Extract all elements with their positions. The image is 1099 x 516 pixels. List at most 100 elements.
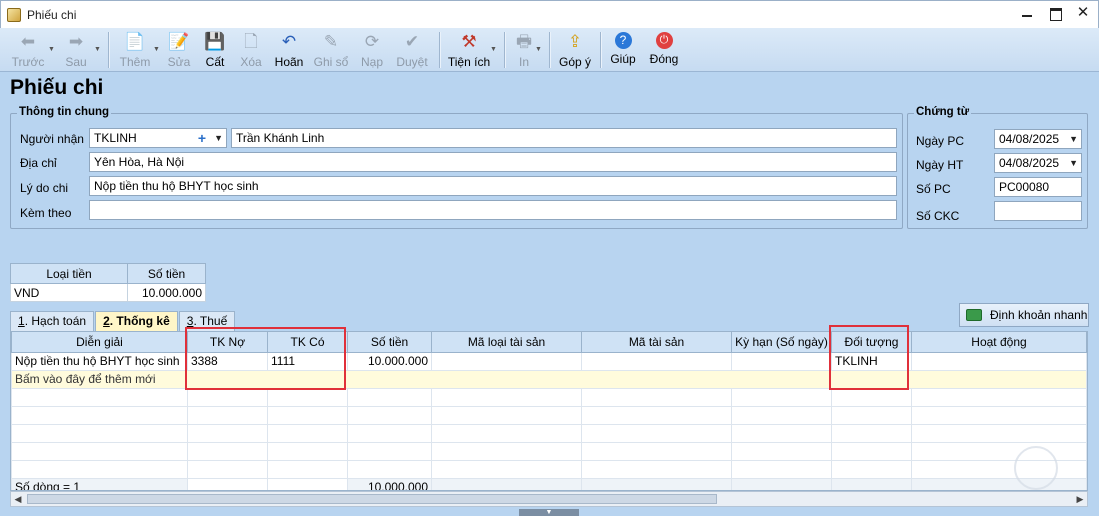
horizontal-scrollbar[interactable]: ◀ ▶: [10, 491, 1088, 507]
save-button[interactable]: 💾 Cất: [197, 28, 233, 72]
add-new-row-label[interactable]: Bấm vào đây để thêm mới: [11, 369, 1087, 389]
undo-icon: ↶: [281, 32, 297, 51]
utility-dropdown-icon[interactable]: ▼: [490, 46, 498, 53]
add-dropdown-icon[interactable]: ▼: [153, 46, 161, 53]
tab-tax[interactable]: 3. Thuế: [178, 311, 236, 331]
row-asset-code[interactable]: [581, 351, 732, 371]
amount-cell[interactable]: 10.000.000: [127, 283, 206, 302]
general-info-title: Thông tin chung: [17, 106, 112, 118]
printer-icon: 🖶: [515, 32, 533, 51]
save-disk-icon: 💾: [204, 32, 226, 51]
row-amount[interactable]: 10.000.000: [347, 351, 432, 371]
feedback-button[interactable]: ⇪ Góp ý: [556, 28, 594, 72]
next-button[interactable]: ➡ Sau: [56, 28, 96, 72]
col-term[interactable]: Kỳ hạn (Số ngày): [731, 332, 832, 353]
undo-button[interactable]: ↶ Hoãn: [269, 28, 309, 72]
calendar-dropdown-icon[interactable]: ▼: [1069, 130, 1078, 148]
col-asset-type[interactable]: Mã loại tài sản: [431, 332, 582, 353]
tab-accounting[interactable]: 1. Hạch toán: [10, 311, 95, 331]
prev-button[interactable]: ⬅ Trước: [6, 28, 50, 72]
ht-date-label: Ngày HT: [916, 158, 964, 172]
next-dropdown-icon[interactable]: ▼: [94, 46, 102, 53]
scroll-left-icon[interactable]: ◀: [11, 492, 25, 506]
money-icon: [966, 309, 982, 321]
col-activity[interactable]: Hoạt động: [911, 332, 1087, 353]
reload-button[interactable]: ⟳ Nạp: [353, 28, 391, 72]
row-count: Số dòng = 1: [11, 477, 188, 490]
power-icon: ⏻: [655, 32, 673, 49]
table-row[interactable]: Nộp tiền thu hộ BHYT học sinh 3388 1111 …: [11, 351, 1087, 371]
tab-bar: 1. Hạch toán 2. Thống kê 3. Thuế: [10, 311, 236, 331]
accounting-grid: Diễn giải TK Nợ TK Có Số tiền Mã loại tà…: [10, 331, 1088, 491]
voucher-title: Chứng từ: [914, 106, 972, 118]
tab-statistics[interactable]: 2. Thống kê: [95, 311, 178, 331]
close-window-button[interactable]: ✕: [1076, 5, 1090, 20]
print-dropdown-icon[interactable]: ▼: [535, 46, 543, 53]
edit-button[interactable]: 📝 Sửa: [161, 28, 197, 72]
add-new-row[interactable]: Bấm vào đây để thêm mới: [11, 369, 1087, 389]
col-debit[interactable]: TK Nợ: [187, 332, 268, 353]
attach-field[interactable]: [89, 200, 897, 220]
plus-icon[interactable]: +: [198, 129, 206, 147]
app-icon: [7, 7, 21, 22]
attach-label: Kèm theo: [20, 206, 72, 220]
row-activity[interactable]: [911, 351, 1087, 371]
calendar-dropdown-icon[interactable]: ▼: [1069, 154, 1078, 172]
scroll-right-icon[interactable]: ▶: [1073, 492, 1087, 506]
row-term[interactable]: [731, 351, 832, 371]
upload-icon: ⇪: [567, 32, 583, 51]
toolbar: ⬅ Trước ▼ ➡ Sau ▼ 📄 Thêm ▼ 📝 Sửa 💾 Cất 🗋…: [0, 28, 1099, 72]
reason-field[interactable]: Nộp tiền thu hộ BHYT học sinh: [89, 176, 897, 196]
empty-row: [11, 387, 1087, 407]
address-field[interactable]: Yên Hòa, Hà Nội: [89, 152, 897, 172]
help-button[interactable]: ? Giúp: [607, 28, 639, 72]
add-button[interactable]: 📄 Thêm: [115, 28, 155, 72]
empty-row: [11, 459, 1087, 479]
title-bar: Phiếu chi ✕: [0, 0, 1099, 28]
row-asset-type[interactable]: [431, 351, 582, 371]
number-label: Số PC: [916, 182, 951, 196]
currency-cell[interactable]: VND: [10, 283, 128, 302]
number-field[interactable]: PC00080: [994, 177, 1082, 197]
row-debit[interactable]: 3388: [187, 351, 268, 371]
col-credit[interactable]: TK Có: [267, 332, 348, 353]
col-description[interactable]: Diễn giải: [11, 332, 188, 353]
chevron-down-icon[interactable]: ▼: [214, 129, 223, 147]
scroll-thumb[interactable]: [27, 494, 717, 504]
col-object[interactable]: Đối tượng: [831, 332, 912, 353]
help-icon: ?: [614, 32, 632, 49]
prev-dropdown-icon[interactable]: ▼: [48, 46, 56, 53]
col-amount[interactable]: Số tiền: [347, 332, 432, 353]
pc-date-field[interactable]: 04/08/2025 ▼: [994, 129, 1082, 149]
post-button[interactable]: ✎ Ghi sổ: [309, 28, 353, 72]
summary-row: Số dòng = 1 10.000.000: [11, 477, 1087, 490]
maximize-button[interactable]: [1048, 6, 1062, 21]
approve-button[interactable]: ✔ Duyệt: [391, 28, 433, 72]
recipient-code-combo[interactable]: TKLINH + ▼: [89, 128, 227, 148]
print-button[interactable]: 🖶 In: [511, 28, 537, 72]
empty-row: [11, 441, 1087, 461]
delete-document-icon: 🗋: [244, 32, 258, 51]
row-credit[interactable]: 1111: [267, 351, 348, 371]
watermark-stamp: [1014, 446, 1058, 490]
page-title: Phiếu chi: [10, 76, 104, 99]
row-object[interactable]: TKLINH: [831, 351, 912, 371]
minimize-button[interactable]: [1020, 6, 1034, 20]
pencil-icon: ✎: [323, 32, 339, 51]
ckc-field[interactable]: [994, 201, 1082, 221]
splitter-handle[interactable]: ▼: [519, 509, 579, 516]
close-button[interactable]: ⏻ Đóng: [645, 28, 683, 72]
ht-date-field[interactable]: 04/08/2025 ▼: [994, 153, 1082, 173]
delete-button[interactable]: 🗋 Xóa: [233, 28, 269, 72]
window-title: Phiếu chi: [27, 7, 77, 22]
utility-button[interactable]: ⚒ Tiện ích: [446, 28, 492, 72]
total-amount: 10.000.000: [347, 477, 432, 490]
recipient-name-field[interactable]: Trần Khánh Linh: [231, 128, 897, 148]
ckc-label: Số CKC: [916, 209, 960, 223]
recipient-label: Người nhận: [20, 132, 84, 146]
tools-icon: ⚒: [461, 32, 477, 51]
col-asset-code[interactable]: Mã tài sản: [581, 332, 732, 353]
quick-entry-button[interactable]: Định khoản nhanh: [959, 303, 1089, 327]
refresh-icon: ⟳: [364, 32, 380, 51]
row-description[interactable]: Nộp tiền thu hộ BHYT học sinh: [11, 351, 188, 371]
